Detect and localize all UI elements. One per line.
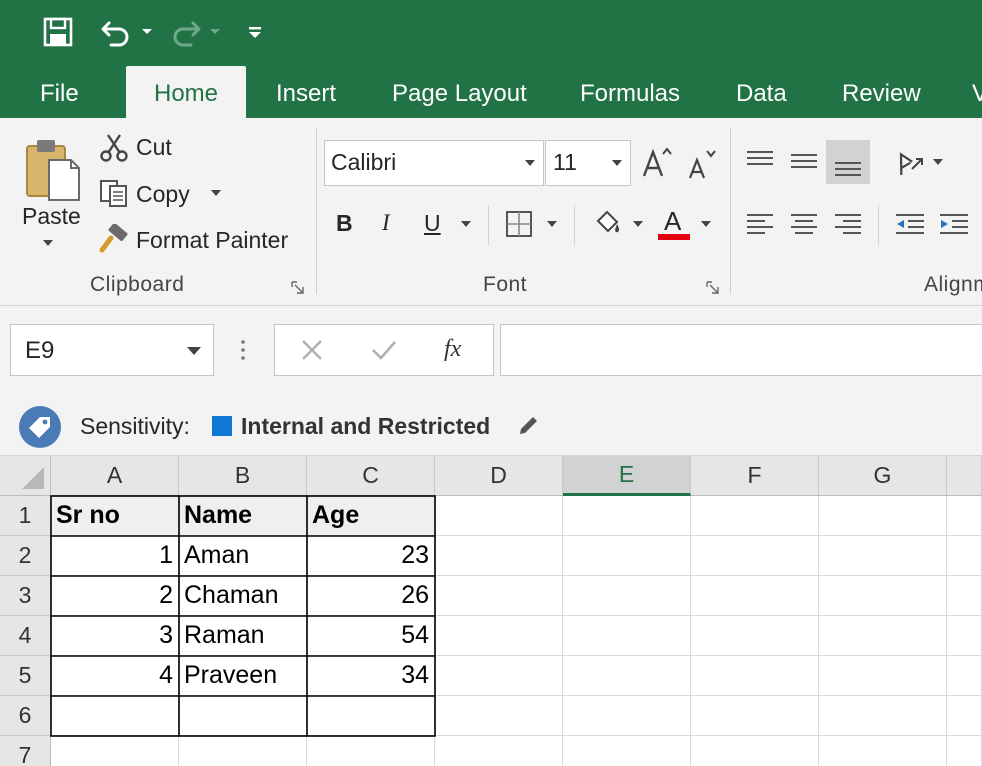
align-center-icon[interactable] — [786, 204, 822, 244]
fill-color-dropdown-icon[interactable] — [630, 218, 646, 230]
ribbon-separator — [730, 128, 731, 294]
formula-bar-grip-icon[interactable] — [236, 336, 250, 364]
customize-qat-icon[interactable] — [244, 12, 266, 52]
redo-icon[interactable] — [166, 12, 206, 52]
copy-icon[interactable] — [98, 178, 130, 208]
ribbon-separator — [488, 205, 489, 245]
paste-icon[interactable] — [22, 134, 84, 204]
font-size-select[interactable]: 11 — [545, 140, 631, 186]
font-color-dropdown-icon[interactable] — [698, 218, 714, 230]
name-box[interactable]: E9 — [10, 324, 214, 376]
save-icon[interactable] — [38, 12, 78, 52]
paste-dropdown-icon[interactable] — [38, 236, 58, 250]
cut-label[interactable]: Cut — [136, 134, 172, 161]
sensitivity-value[interactable]: Internal and Restricted — [241, 413, 490, 440]
tab-file[interactable]: File — [40, 66, 79, 118]
underline-button[interactable]: U — [424, 210, 441, 237]
ribbon-separator — [316, 128, 317, 294]
tab-view[interactable]: V — [972, 66, 982, 118]
format-painter-icon[interactable] — [98, 224, 130, 254]
underline-dropdown-icon[interactable] — [458, 218, 474, 230]
font-size-dropdown-icon[interactable] — [612, 160, 622, 166]
top-align-icon[interactable] — [742, 140, 778, 180]
bottom-align-icon[interactable] — [826, 140, 870, 184]
ribbon-separator — [574, 205, 575, 245]
tab-formulas[interactable]: Formulas — [580, 66, 680, 118]
scissors-icon[interactable] — [98, 132, 130, 162]
tab-data[interactable]: Data — [736, 66, 787, 118]
name-box-dropdown-icon[interactable] — [187, 347, 201, 355]
ribbon-separator — [878, 205, 879, 245]
formula-input[interactable] — [500, 324, 982, 376]
sensitivity-label: Sensitivity: — [80, 413, 190, 439]
edit-pencil-icon[interactable] — [514, 412, 542, 440]
paste-label[interactable]: Paste — [22, 203, 81, 230]
borders-icon[interactable] — [502, 206, 536, 242]
middle-align-icon[interactable] — [786, 140, 822, 180]
clipboard-dialog-launcher-icon[interactable] — [291, 281, 305, 295]
table-borders — [50, 495, 436, 737]
font-color-swatch — [658, 234, 690, 240]
bold-button[interactable]: B — [336, 210, 353, 237]
font-size-value: 11 — [553, 149, 577, 175]
clipboard-group-label: Clipboard — [90, 273, 185, 296]
font-family-select[interactable]: Calibri — [324, 140, 544, 186]
enter-icon[interactable] — [366, 334, 402, 366]
copy-label[interactable]: Copy — [136, 181, 190, 208]
tab-page-layout[interactable]: Page Layout — [392, 66, 527, 118]
sensitivity-swatch — [212, 416, 232, 436]
copy-dropdown-icon[interactable] — [208, 187, 224, 199]
undo-dropdown-icon[interactable] — [138, 12, 156, 52]
redo-dropdown-icon[interactable] — [206, 12, 224, 52]
format-painter-label[interactable]: Format Painter — [136, 227, 288, 254]
font-color-button[interactable]: A — [664, 206, 681, 237]
fill-color-icon[interactable] — [590, 204, 626, 242]
font-dialog-launcher-icon[interactable] — [706, 281, 720, 295]
undo-icon[interactable] — [96, 12, 136, 52]
alignment-group-label: Alignm — [924, 273, 982, 296]
tab-review[interactable]: Review — [842, 66, 921, 118]
tab-insert[interactable]: Insert — [276, 66, 336, 118]
borders-dropdown-icon[interactable] — [544, 218, 560, 230]
orientation-icon[interactable] — [890, 142, 926, 182]
tab-home[interactable]: Home — [126, 66, 246, 118]
increase-font-size-icon[interactable] — [640, 142, 676, 182]
font-group-label: Font — [483, 273, 528, 296]
name-box-value: E9 — [25, 337, 55, 364]
align-left-icon[interactable] — [742, 204, 778, 244]
insert-function-button[interactable]: fx — [444, 336, 461, 363]
cancel-icon[interactable] — [294, 334, 330, 366]
decrease-indent-icon[interactable] — [892, 204, 928, 244]
italic-button[interactable]: I — [382, 210, 390, 236]
font-family-value: Calibri — [331, 149, 397, 175]
font-family-dropdown-icon[interactable] — [525, 160, 535, 166]
increase-indent-icon[interactable] — [936, 204, 972, 244]
orientation-dropdown-icon[interactable] — [930, 156, 946, 168]
decrease-font-size-icon[interactable] — [684, 144, 720, 184]
align-right-icon[interactable] — [830, 204, 866, 244]
sensitivity-tag-icon[interactable] — [16, 403, 64, 451]
worksheet-grid[interactable]: A B C D E F G 1 2 3 4 5 6 7 Sr no Name A… — [0, 456, 982, 766]
